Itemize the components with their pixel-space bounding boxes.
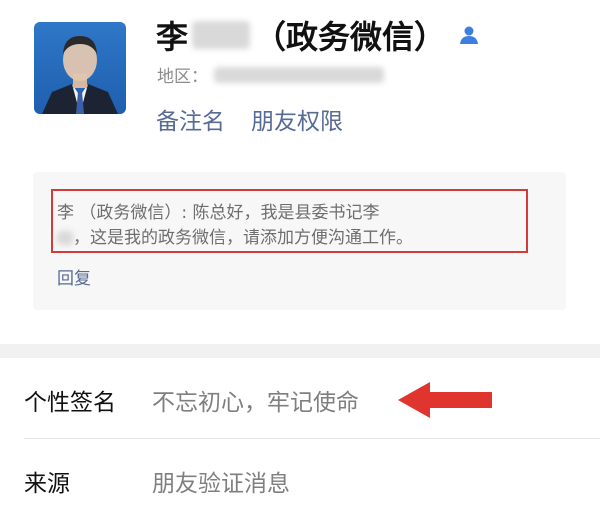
person-photo-icon: [42, 36, 118, 114]
source-row: 来源 朋友验证消息: [0, 440, 600, 520]
region-label: 地区：: [157, 67, 208, 87]
verification-message-highlight: 李 （政务微信）: 陈总好，我是县委书记李 ，这是我的政务微信，请添加方便沟通工…: [51, 189, 528, 253]
name-suffix: （政务微信）: [254, 18, 447, 56]
avatar[interactable]: [34, 22, 126, 114]
friend-request-card: 李 （政务微信）: 陈总好，我是县委书记李 ，这是我的政务微信，请添加方便沟通工…: [33, 172, 566, 310]
friend-permission-link[interactable]: 朋友权限: [251, 102, 343, 136]
message-line-2: ，这是我的政务微信，请添加方便沟通工作。: [57, 226, 516, 251]
name-surname: 李: [156, 18, 189, 56]
signature-label: 个性签名: [24, 390, 116, 416]
row-separator: [24, 438, 600, 439]
message-line-1: 李 （政务微信）: 陈总好，我是县委书记李: [57, 203, 380, 223]
contact-name: 李 （政务微信）: [156, 12, 446, 58]
signature-row: 个性签名 不忘初心，牢记使命: [0, 359, 600, 439]
redacted-given-name: [192, 21, 251, 49]
redacted-name-part: [57, 231, 73, 245]
red-arrow-icon: [398, 382, 492, 418]
section-divider: [0, 344, 600, 358]
source-label: 来源: [24, 471, 70, 497]
source-value: 朋友验证消息: [152, 471, 290, 497]
reply-link[interactable]: 回复: [57, 264, 91, 289]
region-row: 地区：: [157, 62, 384, 87]
profile-header: 李 （政务微信） 地区： 备注名 朋友权限: [0, 0, 600, 160]
signature-value: 不忘初心，牢记使命: [152, 390, 359, 416]
redacted-region: [214, 66, 384, 83]
profile-actions: 备注名 朋友权限: [156, 102, 343, 136]
set-remark-link[interactable]: 备注名: [156, 102, 225, 136]
contact-person-icon: [460, 26, 478, 44]
